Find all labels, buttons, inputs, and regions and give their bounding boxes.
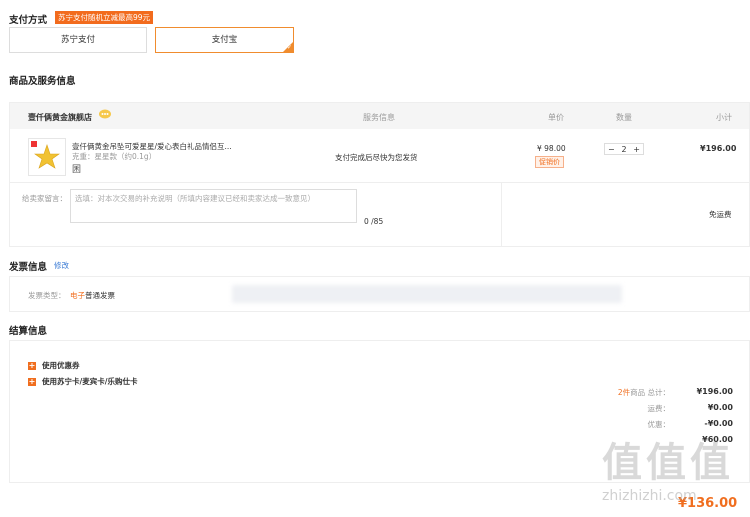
check-icon: ✓ [286, 44, 292, 51]
column-header-qty: 数量 [616, 113, 632, 122]
card-option[interactable]: + 使用苏宁卡/麦宾卡/乐购仕卡 [28, 376, 137, 387]
message-placeholder: 选填：对本次交易的补充说明（所填内容建议已经和卖家达成一致意见） [75, 194, 315, 203]
invoice-title: 发票信息 [9, 262, 48, 273]
summary-shipping-label: 运费： [647, 404, 671, 413]
invoice-type-normal: 普通发票 [85, 291, 115, 300]
message-label: 给卖家留言： [22, 194, 67, 203]
shop-name[interactable]: 壹仟俩黄金旗舰店 [28, 112, 92, 123]
chat-bubble-icon[interactable] [98, 109, 112, 120]
service-info: 支付完成后尽快为您发货 [335, 153, 418, 162]
message-textarea[interactable]: 选填：对本次交易的补充说明（所填内容建议已经和卖家达成一致意见） [70, 189, 357, 223]
unit-price: ¥ 98.00 [537, 144, 566, 153]
payment-option-suning[interactable]: 苏宁支付 [9, 27, 147, 53]
coupon-option-label: 使用优惠券 [42, 361, 80, 370]
divider [501, 182, 502, 246]
summary-shipping-value: ¥0.00 [707, 403, 733, 412]
coupon-option[interactable]: + 使用优惠券 [28, 360, 80, 371]
goods-panel: 壹仟俩黄金旗舰店 服务信息 单价 数量 小计 壹仟俩黄金吊坠可爱星星/爱心表白礼… [9, 102, 750, 247]
invoice-edit-link[interactable]: 修改 [54, 260, 69, 271]
qty-plus-button[interactable]: + [633, 145, 640, 154]
invoice-type-electronic: 电子 [70, 291, 85, 300]
expand-plus-icon: + [28, 360, 36, 370]
column-header-price: 单价 [548, 113, 564, 122]
invoice-type-label: 发票类型： [28, 291, 66, 300]
card-option-label: 使用苏宁卡/麦宾卡/乐购仕卡 [42, 377, 138, 386]
invoice-type-value: 电子普通发票 [70, 290, 115, 301]
product-image[interactable] [28, 138, 66, 176]
payment-title: 支付方式 [9, 15, 48, 26]
payment-option-alipay[interactable]: 支付宝 ✓ [155, 27, 294, 53]
expand-plus-icon: + [28, 376, 36, 386]
goods-title: 商品及服务信息 [9, 76, 76, 87]
payment-promo-badge: 苏宁支付随机立减最高99元 [55, 11, 154, 24]
product-attr-label: 克重： [72, 152, 95, 161]
message-counter: 0 /85 [364, 217, 384, 226]
summary-item-count: 2件 [617, 388, 631, 397]
shipping-fee: 免运费 [709, 210, 732, 219]
quantity-stepper: − 2 + [604, 143, 644, 155]
product-attr-value: 星星款（约0.1g） [94, 152, 157, 161]
settlement-title: 结算信息 [9, 326, 48, 337]
item-subtotal: ¥196.00 [700, 144, 737, 153]
summary-goods-value: ¥196.00 [696, 387, 733, 396]
price-tag: 促销价 [535, 156, 564, 168]
summary-goods-label: 2件商品 总计： [570, 387, 670, 398]
watermark-text: zhizhizhi.com [602, 488, 697, 504]
payment-option-label: 支付宝 [211, 35, 238, 45]
payment-option-label: 苏宁支付 [60, 35, 95, 45]
product-attr: 克重：星星款（约0.1g） [72, 151, 156, 162]
qty-minus-button[interactable]: − [608, 145, 615, 154]
summary-discount-value: -¥0.00 [704, 419, 733, 428]
divider [10, 182, 749, 183]
summary-discount-label: 优惠： [647, 420, 671, 429]
summary-label: 商品 总计： [630, 388, 670, 397]
invoice-panel: 发票类型： 电子普通发票 [9, 276, 750, 312]
product-service-badge: 囷 [72, 165, 82, 175]
qty-input[interactable]: 2 [621, 145, 626, 154]
watermark-logo-icon: 值值值 [602, 440, 734, 486]
column-header-service: 服务信息 [363, 113, 395, 122]
column-header-subtotal: 小计 [716, 113, 732, 122]
redacted-invoice-details [232, 285, 622, 303]
